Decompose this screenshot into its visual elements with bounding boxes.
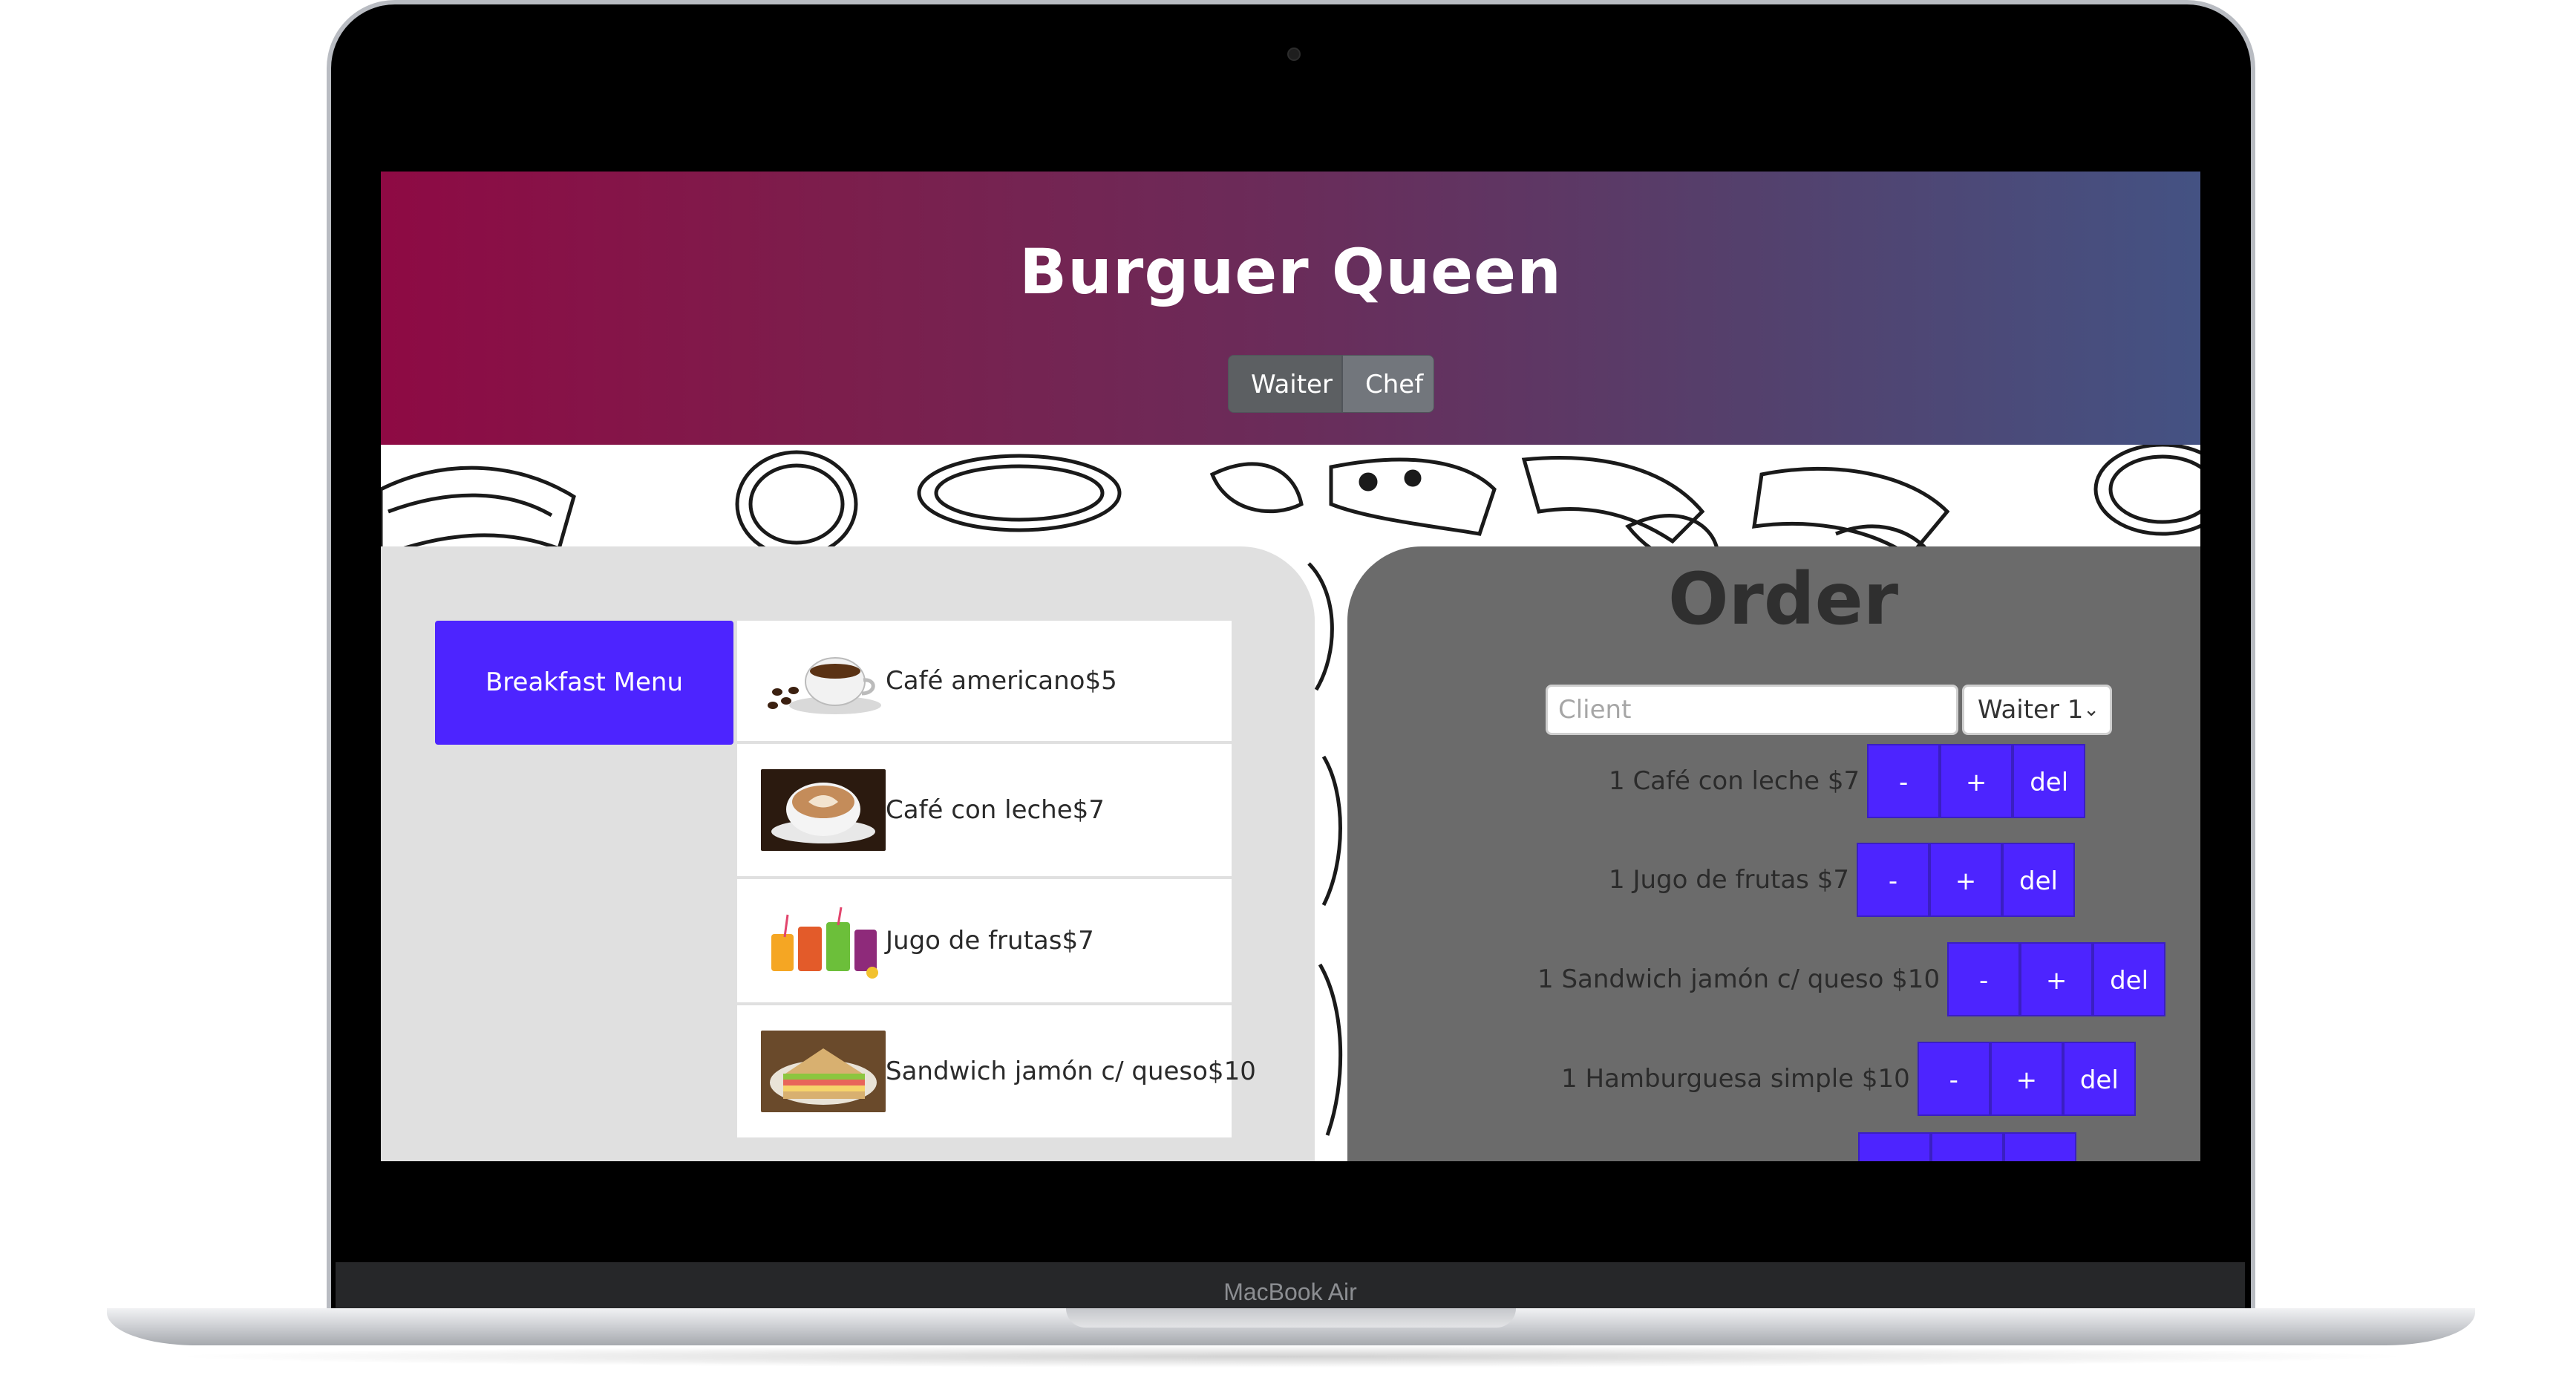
latte-cup-icon [761,769,886,851]
menu-item-label: Café americano$5 [886,666,1117,696]
order-line: 1 Jugo de frutas $7 - + del [1609,843,2075,917]
order-line: 1 Hamburguesa simple $10 - + del [1561,1042,2136,1116]
decrease-button[interactable]: - [1917,1042,1990,1116]
waiter-select-value: Waiter 1 [1978,695,2084,725]
menu-item[interactable]: Sandwich jamón c/ queso$10 [737,1005,1256,1137]
camera-icon [1287,48,1301,61]
delete-button[interactable]: del [2001,843,2075,917]
decrease-button[interactable]: - [1856,843,1929,917]
menu-item-label: Sandwich jamón c/ queso$10 [886,1057,1256,1086]
increase-button[interactable]: + [1940,744,2013,818]
increase-button[interactable]: + [2020,942,2093,1016]
delete-button[interactable]: del [2062,1042,2136,1116]
laptop-notch [1066,1308,1516,1328]
increase-button[interactable]: + [1929,843,2002,917]
menu-item[interactable]: Jugo de frutas$7 [737,879,1232,1002]
waiter-select[interactable]: Waiter 1 ⌄ [1962,685,2112,735]
decrease-button[interactable]: - [1947,942,2021,1016]
order-line: 1 Café con leche $7 - + del [1609,744,2086,818]
delete-button[interactable]: del [2093,942,2166,1016]
chevron-down-icon: ⌄ [2083,699,2099,721]
breakfast-menu-button[interactable]: Breakfast Menu [435,621,733,745]
app-screen: Burguer Queen Waiter Chef Breakfast Menu… [381,172,2200,1161]
menu-item[interactable]: Café americano$5 [737,621,1232,741]
order-line: 1 Sandwich jamón c/ queso $10 - + del [1537,942,2166,1016]
increase-button[interactable] [1931,1132,2004,1161]
order-line-text: 1 Café con leche $7 [1609,766,1860,796]
order-line-text: 1 Hamburguesa simple $10 [1561,1064,1910,1094]
fruit-juices-icon [761,900,886,982]
decrease-button[interactable]: - [1867,744,1941,818]
laptop-shadow [163,1345,2420,1368]
decrease-button[interactable] [1858,1132,1931,1161]
coffee-beans-cup-icon [761,640,886,722]
order-line-partial [1858,1132,2076,1161]
app-header: Burguer Queen Waiter Chef [381,172,2200,445]
order-line-text: 1 Jugo de frutas $7 [1609,865,1849,895]
waiter-button[interactable]: Waiter [1228,355,1342,413]
delete-button[interactable] [2004,1132,2076,1161]
increase-button[interactable]: + [1990,1042,2063,1116]
menu-item[interactable]: Café con leche$7 [737,744,1232,876]
order-line-text: 1 Sandwich jamón c/ queso $10 [1537,964,1941,994]
menu-item-list: Café americano$5 Café con leche$7 Jugo d… [737,621,1256,1140]
chef-button[interactable]: Chef [1342,355,1434,413]
order-title: Order [1667,558,1899,641]
menu-item-label: Café con leche$7 [886,795,1105,825]
sandwich-icon [761,1031,886,1112]
delete-button[interactable]: del [2013,744,2086,818]
role-switch: Waiter Chef [1228,355,1434,413]
app-title: Burguer Queen [1019,235,1562,308]
menu-item-label: Jugo de frutas$7 [886,926,1094,956]
client-input[interactable] [1546,685,1958,735]
